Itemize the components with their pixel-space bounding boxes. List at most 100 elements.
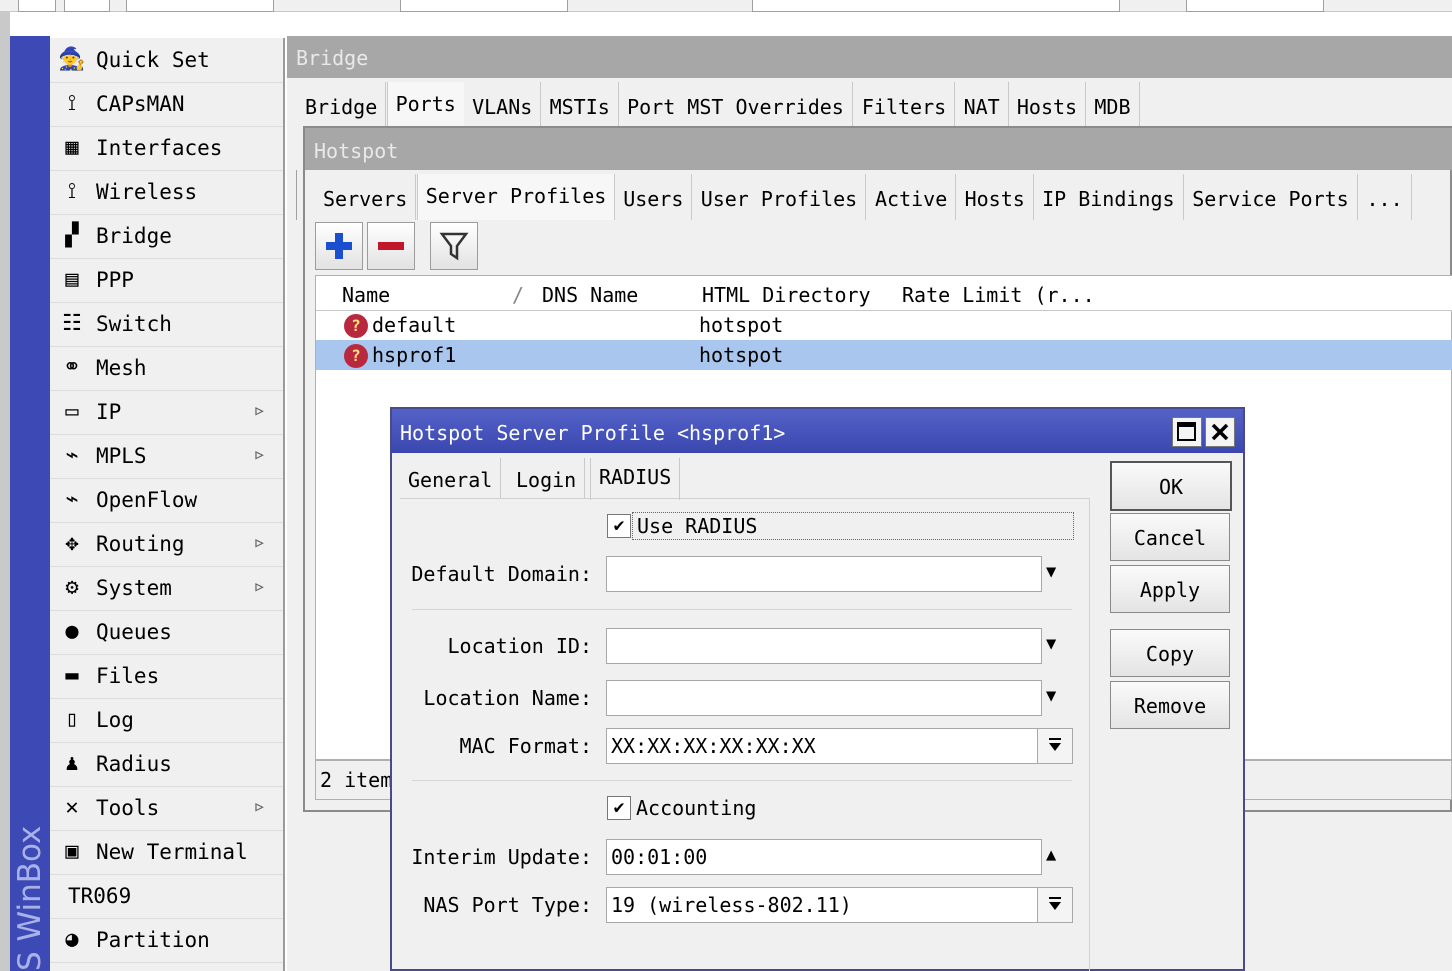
default-domain-input[interactable] bbox=[606, 556, 1042, 592]
column-header-filler bbox=[1096, 276, 1452, 311]
sidebar-item-log[interactable]: ▯ Log bbox=[50, 698, 283, 743]
sidebar-item-mesh[interactable]: ⚭ Mesh bbox=[50, 346, 283, 391]
routing-icon: ✥ bbox=[65, 531, 79, 556]
tab-login[interactable]: Login bbox=[508, 458, 586, 498]
sidebar-item-interfaces[interactable]: ▦ Interfaces bbox=[50, 126, 283, 171]
tab-service-ports[interactable]: Service Ports bbox=[1184, 174, 1358, 220]
accounting-checkbox[interactable]: ✔ bbox=[607, 796, 631, 820]
submenu-arrow-icon: ▹ bbox=[253, 794, 267, 819]
sidebar-item-routing[interactable]: ✥ Routing ▹ bbox=[50, 522, 283, 567]
nas-port-type-label: NAS Port Type: bbox=[423, 893, 592, 917]
undo-button[interactable] bbox=[18, 0, 56, 12]
tab-general[interactable]: General bbox=[400, 458, 502, 498]
column-header-rate-limit[interactable]: Rate Limit (r... bbox=[896, 276, 1103, 311]
mac-format-select[interactable]: XX:XX:XX:XX:XX:XX bbox=[606, 728, 1040, 764]
hotspot-window-title[interactable]: Hotspot bbox=[305, 128, 1452, 170]
tab-bridge[interactable]: Bridge bbox=[297, 82, 387, 128]
tab-nat[interactable]: NAT bbox=[955, 82, 1009, 128]
ok-button[interactable]: OK bbox=[1110, 461, 1232, 511]
tab-hosts[interactable]: Hosts bbox=[1008, 82, 1087, 128]
sidebar-item-quick-set[interactable]: 🧙 Quick Set bbox=[50, 38, 283, 83]
sidebar-item-label: IP bbox=[96, 400, 122, 424]
sidebar-item-partition[interactable]: ◕ Partition bbox=[50, 918, 283, 963]
log-icon: ▯ bbox=[65, 707, 79, 732]
sidebar-item-wireless[interactable]: ⟟ Wireless bbox=[50, 170, 283, 215]
tab-filters[interactable]: Filters bbox=[853, 82, 956, 128]
session-field bbox=[400, 0, 568, 12]
tab-more[interactable]: ... bbox=[1358, 174, 1412, 220]
table-row[interactable]: ? default hotspot bbox=[316, 310, 1452, 340]
openflow-icon: ⌁ bbox=[65, 487, 79, 512]
maximize-button[interactable] bbox=[1172, 417, 1202, 447]
bridge-icon: ▞ bbox=[65, 223, 79, 248]
mac-format-dropdown-button[interactable] bbox=[1037, 728, 1073, 764]
sidebar-item-ppp[interactable]: ▤ PPP bbox=[50, 258, 283, 303]
interim-update-collapse-icon[interactable]: ▲ bbox=[1046, 845, 1056, 865]
cell-html-directory: hotspot bbox=[699, 313, 784, 337]
interim-update-input[interactable]: 00:01:00 bbox=[606, 839, 1042, 875]
location-id-input[interactable] bbox=[606, 628, 1042, 664]
apply-button[interactable]: Apply bbox=[1110, 565, 1230, 613]
location-name-input[interactable] bbox=[606, 680, 1042, 716]
sidebar-item-tools[interactable]: ✕ Tools ▹ bbox=[50, 786, 283, 831]
sidebar-item-label: Tools bbox=[96, 796, 160, 820]
sidebar-item-capsman[interactable]: ⟟ CAPsMAN bbox=[50, 82, 283, 127]
sidebar-item-label: Radius bbox=[96, 752, 172, 776]
tab-vlans[interactable]: VLANs bbox=[464, 82, 542, 128]
sidebar-item-new-terminal[interactable]: ▣ New Terminal bbox=[50, 830, 283, 875]
profile-icon: ? bbox=[344, 344, 368, 368]
dialog-title[interactable]: Hotspot Server Profile <hsprof1> bbox=[392, 409, 1243, 453]
table-row-selected[interactable]: ? hsprof1 hotspot bbox=[316, 340, 1452, 370]
sidebar-item-label: System bbox=[96, 576, 172, 600]
filter-button[interactable] bbox=[430, 222, 478, 270]
nas-port-type-select[interactable]: 19 (wireless-802.11) bbox=[606, 887, 1040, 923]
tab-users[interactable]: Users bbox=[615, 174, 693, 220]
add-button[interactable] bbox=[315, 222, 363, 270]
remove-profile-button[interactable]: Remove bbox=[1110, 681, 1230, 729]
sidebar-item-queues[interactable]: ● Queues bbox=[50, 610, 283, 655]
sidebar-item-bridge[interactable]: ▞ Bridge bbox=[50, 214, 283, 259]
antenna-icon: ⟟ bbox=[67, 91, 77, 116]
submenu-arrow-icon: ▹ bbox=[253, 398, 267, 423]
sidebar-item-ip[interactable]: ▭ IP ▹ bbox=[50, 390, 283, 435]
sidebar-item-files[interactable]: ▬ Files bbox=[50, 654, 283, 699]
ppp-icon: ▤ bbox=[65, 267, 79, 292]
tab-ports[interactable]: Ports bbox=[386, 82, 465, 128]
location-id-dropdown-icon[interactable]: ▼ bbox=[1046, 634, 1056, 654]
tab-radius[interactable]: RADIUS bbox=[590, 458, 681, 500]
separator bbox=[412, 609, 1072, 610]
column-header-dns-name[interactable]: DNS Name bbox=[536, 276, 703, 311]
tab-servers[interactable]: Servers bbox=[315, 174, 417, 220]
safe-mode-button[interactable] bbox=[126, 0, 274, 12]
remove-button[interactable] bbox=[367, 222, 415, 270]
tab-active[interactable]: Active bbox=[867, 174, 957, 220]
sidebar-item-mpls[interactable]: ⌁ MPLS ▹ bbox=[50, 434, 283, 479]
tab-ip-bindings[interactable]: IP Bindings bbox=[1034, 174, 1184, 220]
use-radius-checkbox[interactable]: ✔ bbox=[607, 514, 631, 538]
sidebar-item-openflow[interactable]: ⌁ OpenFlow bbox=[50, 478, 283, 523]
tab-user-profiles[interactable]: User Profiles bbox=[692, 174, 867, 220]
redo-button[interactable] bbox=[64, 0, 110, 12]
location-name-dropdown-icon[interactable]: ▼ bbox=[1046, 686, 1056, 706]
sidebar-item-label: Interfaces bbox=[96, 136, 223, 160]
bridge-window-title[interactable]: Bridge bbox=[287, 36, 1452, 78]
cell-html-directory: hotspot bbox=[699, 343, 784, 367]
column-header-name[interactable]: Name / bbox=[336, 276, 543, 311]
minus-icon bbox=[378, 242, 404, 250]
sidebar-item-switch[interactable]: ☷ Switch bbox=[50, 302, 283, 347]
nas-port-type-dropdown-button[interactable] bbox=[1037, 887, 1073, 923]
tab-hosts[interactable]: Hosts bbox=[956, 174, 1034, 220]
close-button[interactable] bbox=[1205, 417, 1235, 447]
copy-button[interactable]: Copy bbox=[1110, 629, 1230, 677]
tab-mstis[interactable]: MSTIs bbox=[541, 82, 619, 128]
column-header-html-directory[interactable]: HTML Directory bbox=[696, 276, 903, 311]
tab-port-mst-overrides[interactable]: Port MST Overrides bbox=[619, 82, 853, 128]
default-domain-dropdown-icon[interactable]: ▼ bbox=[1046, 562, 1056, 582]
sidebar-item-radius[interactable]: ♟ Radius bbox=[50, 742, 283, 787]
tab-server-profiles[interactable]: Server Profiles bbox=[416, 174, 616, 220]
tab-mdb[interactable]: MDB bbox=[1086, 82, 1140, 128]
sidebar-item-system[interactable]: ⚙ System ▹ bbox=[50, 566, 283, 611]
cancel-button[interactable]: Cancel bbox=[1110, 513, 1230, 561]
sidebar-item-tr069[interactable]: TR069 bbox=[50, 874, 283, 919]
hotspot-tabs: Servers Server Profiles Users User Profiles… bbox=[315, 174, 1452, 220]
